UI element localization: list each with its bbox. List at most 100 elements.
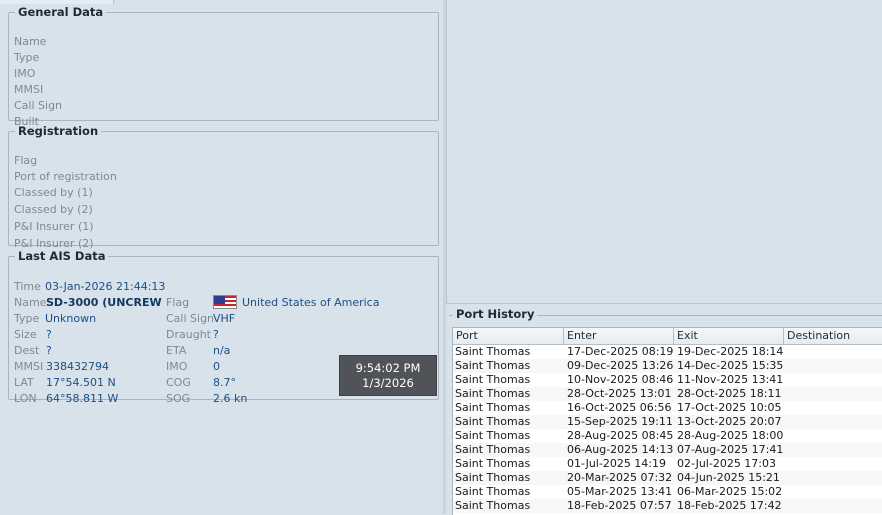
ais-type-value: Unknown (45, 312, 97, 325)
cell-port: Saint Thomas (455, 471, 531, 484)
cell-port: Saint Thomas (455, 457, 531, 470)
general-imo-label: IMO (14, 67, 36, 80)
ais-draught-value: ? (213, 328, 219, 341)
cell-enter: 28-Aug-2025 08:45 (567, 429, 674, 442)
ais-time-label: Time (14, 280, 41, 293)
column-header-exit[interactable]: Exit (674, 328, 784, 344)
table-row[interactable]: Saint Thomas 20-Mar-2025 07:32 04-Jun-2025… (453, 471, 882, 485)
table-row[interactable]: Saint Thomas 01-Jul-2025 14:19 02-Jul-2025… (453, 457, 882, 471)
cell-port: Saint Thomas (455, 499, 531, 512)
table-row[interactable]: Saint Thomas 17-Dec-2025 08:19 19-Dec-2025… (453, 345, 882, 359)
ais-name-label: Name (14, 296, 47, 309)
cell-port: Saint Thomas (455, 415, 531, 428)
table-row[interactable]: Saint Thomas 10-Nov-2025 08:46 11-Nov-2025… (453, 373, 882, 387)
cell-enter: 05-Mar-2025 13:41 (567, 485, 673, 498)
cell-port: Saint Thomas (455, 359, 531, 372)
ais-sog-value: 2.6 kn (213, 392, 248, 405)
cell-exit: 17-Oct-2025 10:05 (677, 401, 782, 414)
table-row[interactable]: Saint Thomas 09-Dec-2025 13:26 14-Dec-2025… (453, 359, 882, 373)
table-row[interactable]: Saint Thomas 06-Aug-2025 14:13 07-Aug-2025… (453, 443, 882, 457)
cell-exit: 06-Mar-2025 15:02 (677, 485, 783, 498)
cell-enter: 18-Feb-2025 07:57 (567, 499, 672, 512)
cell-enter: 16-Oct-2025 06:56 (567, 401, 672, 414)
table-row[interactable]: Saint Thomas 28-Oct-2025 13:01 28-Oct-2025… (453, 387, 882, 401)
registration-port-label: Port of registration (14, 170, 117, 183)
cell-exit: 02-Jul-2025 17:03 (677, 457, 777, 470)
cell-port: Saint Thomas (455, 443, 531, 456)
cell-enter: 10-Nov-2025 08:46 (567, 373, 674, 386)
ais-mmsi-label: MMSI (14, 360, 44, 373)
general-mmsi-label: MMSI (14, 83, 44, 96)
port-history-title: Port History (453, 307, 538, 321)
table-header: Port Enter Exit Destination (453, 328, 882, 345)
cell-exit: 04-Jun-2025 15:21 (677, 471, 780, 484)
ais-lon-value: 64°58.811 W (46, 392, 119, 405)
ais-dest-label: Dest (14, 344, 40, 357)
ais-type-label: Type (14, 312, 40, 325)
table-row[interactable]: Saint Thomas 05-Mar-2025 13:41 06-Mar-2025… (453, 485, 882, 499)
ais-flag-label: Flag (166, 296, 190, 309)
cell-exit: 28-Oct-2025 18:11 (677, 387, 782, 400)
ais-sog-label: SOG (166, 392, 191, 405)
ais-cog-value: 8.7° (213, 376, 236, 389)
ais-imo-label: IMO (166, 360, 188, 373)
ais-callsign-label: Call Sign (166, 312, 215, 325)
ais-time-value: 03-Jan-2026 21:44:13 (45, 280, 166, 293)
cell-enter: 17-Dec-2025 08:19 (567, 345, 674, 358)
cell-exit: 14-Dec-2025 15:35 (677, 359, 784, 372)
table-row[interactable]: Saint Thomas 18-Feb-2025 07:57 18-Feb-2025… (453, 499, 882, 513)
cell-exit: 18-Feb-2025 17:42 (677, 499, 782, 512)
table-row[interactable]: Saint Thomas 15-Sep-2025 19:11 13-Oct-2025… (453, 415, 882, 429)
cell-port: Saint Thomas (455, 345, 531, 358)
active-tab[interactable] (0, 0, 114, 4)
ais-callsign-value: VHF (213, 312, 236, 325)
cell-exit: 19-Dec-2025 18:14 (677, 345, 784, 358)
ais-imo-value: 0 (213, 360, 220, 373)
cell-enter: 06-Aug-2025 14:13 (567, 443, 674, 456)
registration-flag-label: Flag (14, 154, 38, 167)
cell-port: Saint Thomas (455, 373, 531, 386)
clock-date: 1/3/2026 (362, 376, 414, 390)
ais-name-value: SD-3000 (UNCREWED (46, 296, 162, 309)
cell-enter: 09-Dec-2025 13:26 (567, 359, 674, 372)
general-type-label: Type (14, 51, 40, 64)
cell-enter: 15-Sep-2025 19:11 (567, 415, 673, 428)
cell-exit: 07-Aug-2025 17:41 (677, 443, 784, 456)
registration-classed1-label: Classed by (1) (14, 186, 93, 199)
cell-exit: 11-Nov-2025 13:41 (677, 373, 784, 386)
vessel-details-pane: General Data Name Type IMO MMSI Call Sig… (0, 0, 443, 514)
column-header-port[interactable]: Port (453, 328, 564, 344)
ais-cog-label: COG (166, 376, 191, 389)
cell-port: Saint Thomas (455, 429, 531, 442)
ais-flag-value: United States of America (242, 296, 380, 309)
port-history-table: Port Enter Exit Destination Saint Thomas… (452, 327, 882, 515)
cell-port: Saint Thomas (455, 485, 531, 498)
general-callsign-label: Call Sign (14, 99, 63, 112)
ais-lon-label: LON (14, 392, 37, 405)
ais-eta-label: ETA (166, 344, 187, 357)
registration-title: Registration (18, 124, 99, 138)
cell-exit: 13-Oct-2025 20:07 (677, 415, 782, 428)
registration-insurer1-label: P&I Insurer (1) (14, 220, 94, 233)
table-row[interactable]: Saint Thomas 28-Aug-2025 08:45 28-Aug-2025… (453, 429, 882, 443)
map-panel (446, 0, 882, 304)
column-header-enter[interactable]: Enter (564, 328, 674, 344)
table-row[interactable]: Saint Thomas 16-Oct-2025 06:56 17-Oct-2025… (453, 401, 882, 415)
cell-exit: 28-Aug-2025 18:00 (677, 429, 784, 442)
ais-lat-label: LAT (14, 376, 34, 389)
ais-eta-value: n/a (213, 344, 231, 357)
cell-port: Saint Thomas (455, 387, 531, 400)
clock-tooltip: 9:54:02 PM 1/3/2026 (339, 355, 437, 396)
ais-lat-value: 17°54.501 N (46, 376, 116, 389)
general-name-label: Name (14, 35, 47, 48)
port-history-rows: Saint Thomas 17-Dec-2025 08:19 19-Dec-2025… (453, 345, 882, 513)
ais-draught-label: Draught (166, 328, 211, 341)
ais-dest-value: ? (46, 344, 52, 357)
ais-size-value: ? (46, 328, 52, 341)
port-history-group: Port History Port Enter Exit Destination… (449, 307, 882, 515)
general-data-group: General Data Name Type IMO MMSI Call Sig… (8, 5, 439, 128)
clock-time: 9:54:02 PM (355, 361, 421, 375)
column-header-destination[interactable]: Destination (784, 328, 882, 344)
us-flag-icon (213, 295, 237, 309)
registration-group: Registration Flag Port of registration C… (8, 124, 439, 250)
